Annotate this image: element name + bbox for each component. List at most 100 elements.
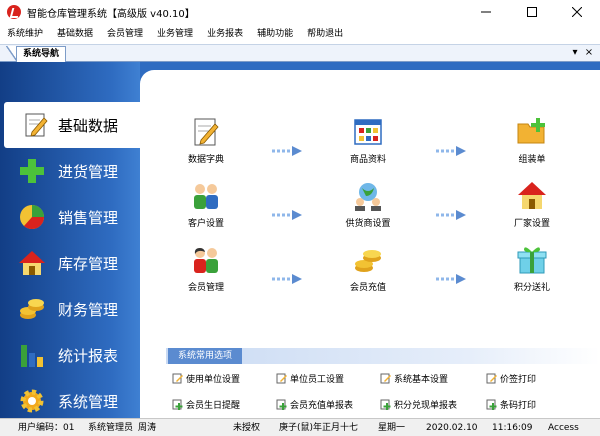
opt-recharge-report[interactable]: 会员充值单报表: [276, 396, 353, 412]
common-options-panel: 系统常用选项 使用单位设置 单位员工设置 系统基本设置 价签打印 会员生日提醒 …: [166, 346, 600, 426]
coins-icon: [20, 299, 44, 319]
app-logo-icon: [7, 5, 21, 19]
func-label: 会员管理: [187, 283, 224, 293]
nav-label: 财务管理: [58, 300, 119, 319]
nav-label: 统计报表: [58, 346, 119, 365]
status-time: 11:16:09: [492, 423, 533, 433]
func-label: 商品资料: [349, 155, 386, 165]
pencil-note-icon: [25, 113, 48, 137]
func-member-management[interactable]: 会员管理: [170, 244, 242, 300]
opt-label: 会员充值单报表: [290, 400, 354, 411]
pie-chart-icon: [20, 205, 45, 230]
func-supplier-settings[interactable]: 供货商设置: [332, 180, 404, 236]
status-date: 2020.02.10: [426, 423, 478, 433]
window-title: 智能仓库管理系统【高级版 v40.10】: [27, 9, 195, 20]
nav-finance[interactable]: 财务管理: [0, 286, 140, 332]
nav-label: 库存管理: [58, 254, 119, 273]
flow-arrow-icon: [436, 146, 466, 156]
nav-label: 进货管理: [58, 162, 119, 181]
menu-bar: 系统维护 基础数据 会员管理 业务管理 业务报表 辅助功能 帮助退出: [0, 24, 600, 44]
main-content: 数据字典 商品资料 组装单 客户设置 供货商设置 厂家设置 会员管理 会员充值 …: [140, 62, 600, 418]
func-data-dictionary[interactable]: 数据字典: [170, 116, 242, 172]
func-label: 厂家设置: [513, 219, 550, 229]
nav-sales[interactable]: 销售管理: [0, 194, 140, 240]
green-add-icon: [172, 399, 183, 410]
opt-price-tag-print[interactable]: 价签打印: [486, 370, 536, 386]
menu-auxiliary[interactable]: 辅助功能: [250, 24, 300, 44]
status-user-code: 用户编码：01: [18, 423, 75, 433]
tab-strip: 系统导航 ▾ ×: [0, 44, 600, 62]
func-factory-settings[interactable]: 厂家设置: [496, 180, 568, 236]
opt-label: 会员生日提醒: [186, 400, 241, 411]
green-add-icon: [486, 399, 497, 410]
tab-system-navigation[interactable]: 系统导航: [16, 46, 67, 62]
flow-arrow-icon: [436, 274, 466, 284]
factory-house-icon: [518, 182, 546, 209]
func-points-gift[interactable]: 积分送礼: [496, 244, 568, 300]
nav-purchase[interactable]: 进货管理: [0, 148, 140, 194]
func-label: 组装单: [518, 155, 546, 165]
green-add-icon: [380, 399, 391, 410]
maximize-icon: [527, 7, 537, 17]
flow-arrow-icon: [272, 274, 302, 284]
opt-barcode-print[interactable]: 条码打印: [486, 396, 536, 412]
nav-inventory[interactable]: 库存管理: [0, 240, 140, 286]
note-edit-icon: [276, 373, 287, 383]
nav-basic-data[interactable]: 基础数据: [4, 102, 140, 148]
opt-label: 系统基本设置: [394, 374, 449, 385]
note-edit-icon: [486, 373, 497, 383]
pencil-note-icon: [194, 118, 219, 146]
supplier-globe-icon: [355, 183, 381, 211]
nav-label: 基础数据: [58, 116, 119, 135]
coins-icon: [355, 250, 381, 272]
menu-system-maintenance[interactable]: 系统维护: [0, 24, 50, 44]
note-edit-icon: [380, 373, 391, 383]
opt-points-report[interactable]: 积分兑现单报表: [380, 396, 457, 412]
close-button[interactable]: [554, 0, 600, 24]
nav-label: 销售管理: [58, 208, 119, 227]
menu-basic-data[interactable]: 基础数据: [50, 24, 100, 44]
close-icon: [572, 7, 582, 17]
opt-label: 价签打印: [500, 374, 537, 385]
func-assembly-order[interactable]: 组装单: [496, 116, 568, 172]
func-member-recharge[interactable]: 会员充值: [332, 244, 404, 300]
common-options-title: 系统常用选项: [168, 348, 243, 364]
status-bar: 用户编码：01 系统管理员 周涛 未授权 庚子(鼠)年正月十七 星期一 2020…: [0, 418, 600, 436]
menu-member-management[interactable]: 会员管理: [100, 24, 150, 44]
members-icon: [194, 248, 218, 273]
tab-close-button[interactable]: ×: [583, 46, 595, 60]
product-grid-icon: [354, 119, 382, 145]
tab-dropdown-button[interactable]: ▾: [569, 46, 581, 60]
status-user: 周涛: [138, 423, 157, 433]
green-plus-icon: [20, 159, 44, 183]
opt-label: 条码打印: [500, 400, 537, 411]
app-window: 智能仓库管理系统【高级版 v40.10】 系统维护 基础数据 会员管理 业务管理…: [0, 0, 600, 436]
menu-business-management[interactable]: 业务管理: [150, 24, 200, 44]
house-icon: [19, 251, 45, 275]
func-label: 会员充值: [349, 283, 386, 293]
func-label: 数据字典: [187, 155, 224, 165]
opt-system-settings[interactable]: 系统基本设置: [380, 370, 448, 386]
opt-label: 单位员工设置: [290, 374, 345, 385]
status-role: 系统管理员: [88, 423, 134, 433]
nav-statistics[interactable]: 统计报表: [0, 332, 140, 378]
bar-chart-icon: [21, 345, 43, 367]
opt-label: 积分兑现单报表: [394, 400, 458, 411]
flow-arrow-icon: [272, 146, 302, 156]
func-customer-settings[interactable]: 客户设置: [170, 180, 242, 236]
flow-arrow-icon: [272, 210, 302, 220]
maximize-button[interactable]: [509, 0, 555, 24]
opt-staff-settings[interactable]: 单位员工设置: [276, 370, 344, 386]
status-database: Access: [548, 423, 579, 433]
gear-icon: [20, 389, 44, 413]
gift-icon: [517, 247, 547, 274]
menu-help-exit[interactable]: 帮助退出: [300, 24, 350, 44]
opt-label: 使用单位设置: [186, 374, 241, 385]
opt-member-birthday[interactable]: 会员生日提醒: [172, 396, 240, 412]
minimize-button[interactable]: [463, 0, 509, 24]
func-label: 客户设置: [187, 219, 224, 229]
func-label: 供货商设置: [345, 219, 391, 229]
func-product-info[interactable]: 商品资料: [332, 116, 404, 172]
menu-business-reports[interactable]: 业务报表: [200, 24, 250, 44]
opt-unit-settings[interactable]: 使用单位设置: [172, 370, 240, 386]
